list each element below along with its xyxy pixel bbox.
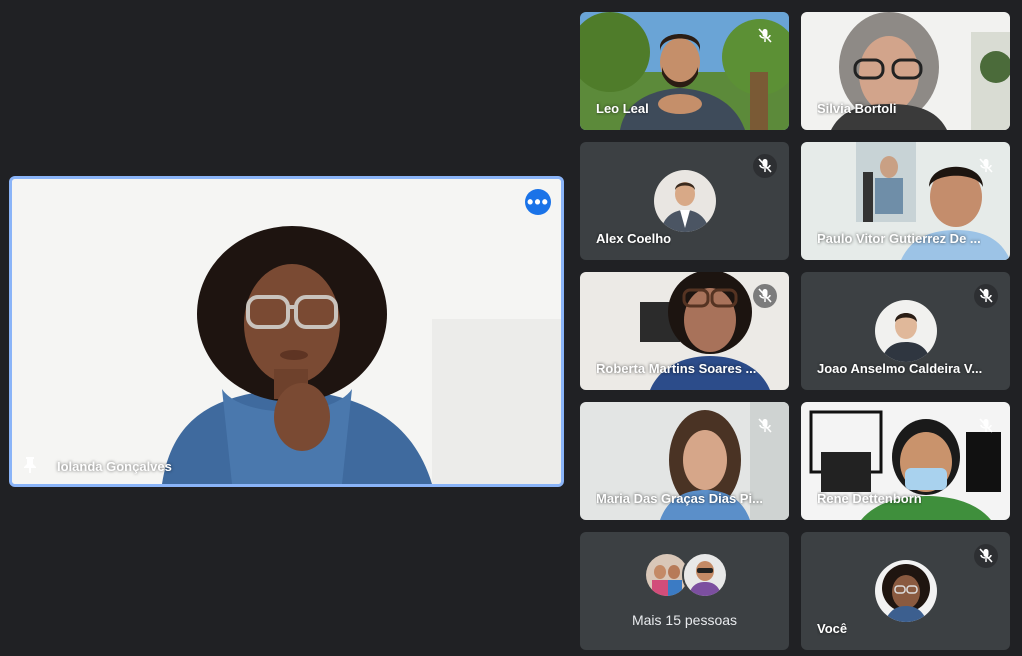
mic-off-icon (974, 284, 998, 308)
participant-tile-rene-dettenborn[interactable]: Rene Dettenborn (801, 402, 1010, 520)
participant-name: Paulo Vitor Gutierrez De ... (817, 231, 981, 246)
participant-tile-silvia-bortoli[interactable]: Silvia Bortoli (801, 12, 1010, 130)
participant-name: Roberta Martins Soares ... (596, 361, 757, 376)
avatar (653, 170, 716, 232)
more-participants-label: Mais 15 pessoas (631, 612, 738, 628)
mic-off-icon (753, 154, 777, 178)
participant-name: Rene Dettenborn (817, 491, 922, 506)
mic-off-icon (753, 24, 777, 48)
participant-tile-self[interactable]: Você (801, 532, 1010, 650)
avatar (874, 300, 937, 362)
mic-off-icon (753, 414, 777, 438)
participant-tile-joao-anselmo[interactable]: Joao Anselmo Caldeira V... (801, 272, 1010, 390)
more-participants-tile[interactable]: Mais 15 pessoas (580, 532, 789, 650)
participant-name: Você (817, 621, 848, 636)
avatar (874, 560, 937, 622)
participant-tile-maria-das-gracas[interactable]: Maria Das Graças Dias Pi... (580, 402, 789, 520)
mic-off-icon (753, 284, 777, 308)
pin-icon[interactable] (22, 456, 38, 474)
participant-tile-roberta[interactable]: Roberta Martins Soares ... (580, 272, 789, 390)
main-speaker-video (12, 179, 561, 484)
participant-tile-paulo-vitor[interactable]: Paulo Vitor Gutierrez De ... (801, 142, 1010, 260)
participant-name: Alex Coelho (596, 231, 672, 246)
participant-name: Leo Leal (596, 101, 649, 116)
participant-name: Silvia Bortoli (817, 101, 897, 116)
more-options-icon[interactable]: ••• (525, 189, 551, 215)
participant-name: Joao Anselmo Caldeira V... (817, 361, 983, 376)
main-speaker-tile[interactable]: ••• Iolanda Gonçalves (9, 176, 564, 487)
avatar (682, 552, 728, 598)
mic-off-icon (974, 154, 998, 178)
main-speaker-name: Iolanda Gonçalves (57, 459, 172, 474)
mic-off-icon (974, 414, 998, 438)
participant-tile-leo-leal[interactable]: Leo Leal (580, 12, 789, 130)
mic-off-icon (974, 544, 998, 568)
participant-tile-alex-coelho[interactable]: Alex Coelho (580, 142, 789, 260)
participant-name: Maria Das Graças Dias Pi... (596, 491, 763, 506)
